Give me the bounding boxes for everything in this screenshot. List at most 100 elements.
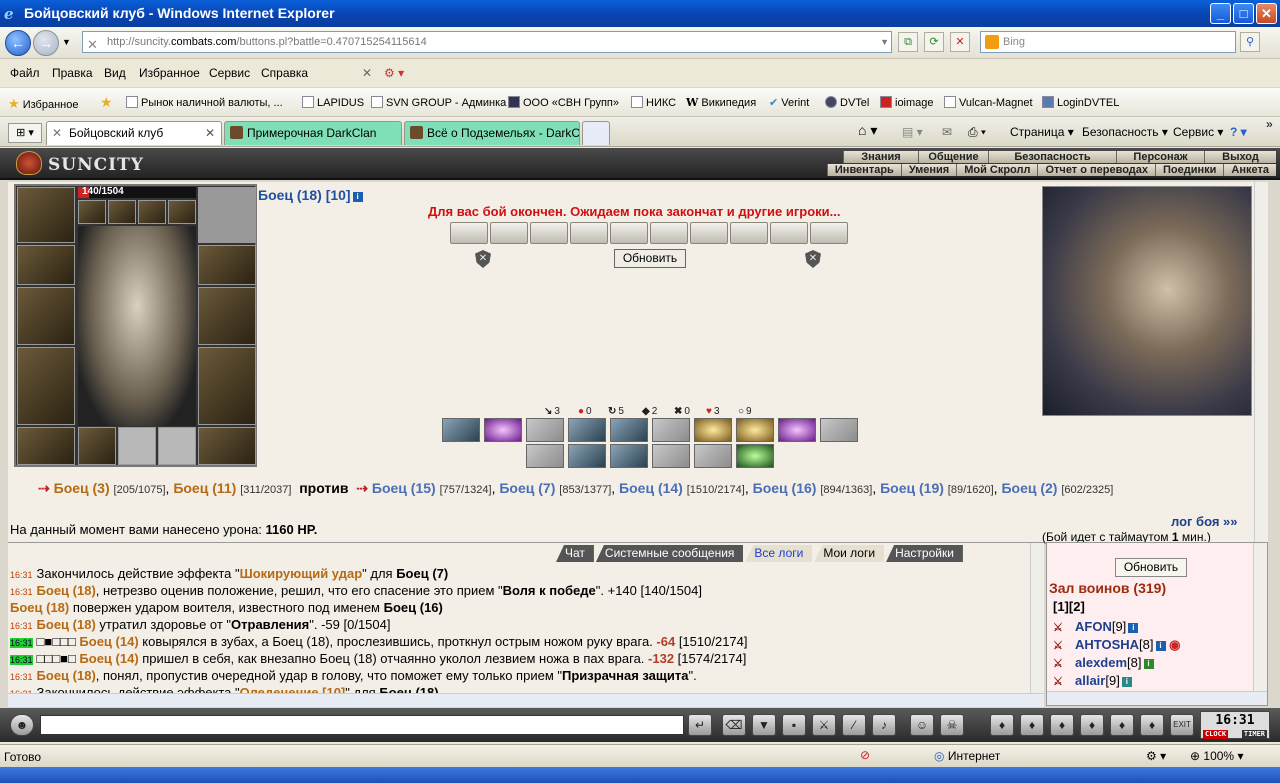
player-entry[interactable]: ⚔ allair[9] i [1053,673,1132,688]
tab-dungeons[interactable]: Всё о Подземельях - DarkCl... [404,121,580,145]
menu-view[interactable]: Вид [104,66,126,80]
player-entry[interactable]: ⚔ AFON[9] i [1053,619,1139,634]
action-icon[interactable]: ♦ [1020,714,1044,736]
fighter-icon[interactable]: ⚔ [812,714,836,736]
team2-fighter[interactable]: Боец (16) [753,480,817,496]
tab-darkclan-fitting[interactable]: Примерочная DarkClan [224,121,402,145]
tools-menu[interactable]: Сервис ▾ [1173,125,1223,139]
clear-icon[interactable]: ⌫ [722,714,746,736]
add-favorite-icon[interactable]: ★ [100,94,113,111]
save-icon[interactable]: ▪ [782,714,806,736]
belt-slot[interactable] [17,427,75,465]
log-hscrollbar[interactable] [8,693,1044,707]
skill-icon[interactable] [652,444,690,468]
menu-file[interactable]: Файл [10,66,40,80]
close-toolbar-icon[interactable]: ✕ [362,66,372,80]
forward-button[interactable]: → [33,30,59,56]
minimize-button[interactable]: _ [1210,3,1231,24]
exit-icon[interactable]: EXIT [1170,714,1194,736]
info-icon[interactable]: i [352,192,363,202]
menu-help[interactable]: Справка [261,66,308,80]
skill-icon[interactable] [610,418,648,442]
menu-favorites[interactable]: Избранное [139,66,200,80]
fav-item-4[interactable]: НИКС [631,96,676,109]
skill-icon[interactable] [820,418,858,442]
fav-item-3[interactable]: ООО «СВН Групп» [508,96,619,109]
skill-icon[interactable] [484,418,522,442]
refresh-icon[interactable]: ⟳ [924,32,944,52]
feeds-icon[interactable]: ▤ ▾ [902,125,923,139]
tab-all-logs[interactable]: Все логи [745,545,813,562]
team2-fighter[interactable]: Боец (19) [880,480,944,496]
filter-icon[interactable]: ▼ [752,714,776,736]
page-menu[interactable]: Страница ▾ [1010,125,1074,139]
nav-communication[interactable]: Общение [918,151,988,163]
zoom-control[interactable]: ⊕ 100% ▾ [1190,749,1243,763]
fav-item-0[interactable]: Рынок наличной валюты, ... [126,96,283,109]
search-icon[interactable]: ⚲ [1240,32,1260,52]
helmet-slot[interactable] [17,187,75,243]
info-icon[interactable]: i [1121,677,1132,687]
ignore-icon[interactable]: ☠ [940,714,964,736]
mail-icon[interactable]: ✉ [942,125,952,139]
action-icon[interactable]: ♦ [1050,714,1074,736]
players-scrollbar[interactable] [1253,543,1267,691]
url-dropdown-icon[interactable]: ▼ [880,32,889,52]
skill-icon[interactable] [442,418,480,442]
battle-log-link[interactable]: лог боя »» [1171,514,1238,529]
new-tab-button[interactable] [582,121,610,145]
fav-item-1[interactable]: LAPIDUS [302,96,364,109]
players-hscrollbar[interactable] [1047,691,1267,705]
nav-skills[interactable]: Умения [900,164,957,176]
log-fighter[interactable]: Боец (18) [10,600,69,615]
team2-fighter[interactable]: Боец (15) [372,480,436,496]
skill-icon[interactable] [778,418,816,442]
print-icon[interactable]: ⎙ ▾ [968,125,986,140]
log-fighter[interactable]: Боец (14) [79,634,138,649]
ring-slot-2[interactable] [108,200,136,224]
team1-fighter[interactable]: Боец (11) [173,480,236,496]
boots-slot[interactable] [198,427,256,465]
send-icon[interactable]: ↵ [688,714,712,736]
nav-character[interactable]: Персонаж [1116,151,1204,163]
info-icon[interactable]: i [1155,641,1166,651]
ring-slot-1[interactable] [78,200,106,224]
compatibility-icon[interactable]: ⧉ [898,32,918,52]
favorites-button[interactable]: ★ Избранное [8,96,78,112]
fighter-title[interactable]: Боец (18) [10] i [258,187,363,203]
ring-slot-4[interactable] [168,200,196,224]
log-fighter[interactable]: Боец (14) [79,651,138,666]
armor-slot[interactable] [17,347,75,425]
log-fighter[interactable]: Шокирующий удар [240,566,363,581]
gloves-slot[interactable] [78,427,116,465]
search-input[interactable]: Bing [980,31,1236,53]
nav-duels[interactable]: Поединки [1155,164,1224,176]
skill-icon[interactable] [568,418,606,442]
empty-slot[interactable] [118,427,156,465]
skill-icon[interactable] [610,444,648,468]
popup-blocker-icon[interactable]: ⊘ [860,748,870,762]
tab-chat[interactable]: Чат [556,545,594,562]
protected-mode-icon[interactable]: ⚙ ▾ [1146,749,1166,763]
skill-icon[interactable] [736,418,774,442]
tab-settings[interactable]: Настройки [886,545,963,562]
fav-item-5[interactable]: W Википедия [686,96,756,109]
fav-item-10[interactable]: LoginDVTEL [1042,96,1119,109]
help-icon[interactable]: ? ▾ [1230,125,1247,139]
skill-icon[interactable] [526,444,564,468]
fav-item-9[interactable]: Vulcan-Magnet [944,96,1033,109]
nav-profile[interactable]: Анкета [1223,164,1276,176]
nav-exit[interactable]: Выход [1204,151,1276,163]
skill-icon[interactable] [526,418,564,442]
info-icon[interactable]: i [1128,623,1139,633]
action-icon[interactable]: ♦ [990,714,1014,736]
refresh-players-button[interactable]: Обновить [1115,558,1187,577]
fav-item-8[interactable]: ioimage [880,96,934,109]
team2-fighter[interactable]: Боец (14) [619,480,683,496]
tab-my-logs[interactable]: Мои логи [814,545,885,562]
nav-my-scroll[interactable]: Мой Скролл [956,164,1038,176]
team1-fighter[interactable]: Боец (3) [54,480,110,496]
action-icon[interactable]: ♦ [1140,714,1164,736]
log-fighter[interactable]: Боец (18) [37,668,96,683]
ring-slot-3[interactable] [138,200,166,224]
